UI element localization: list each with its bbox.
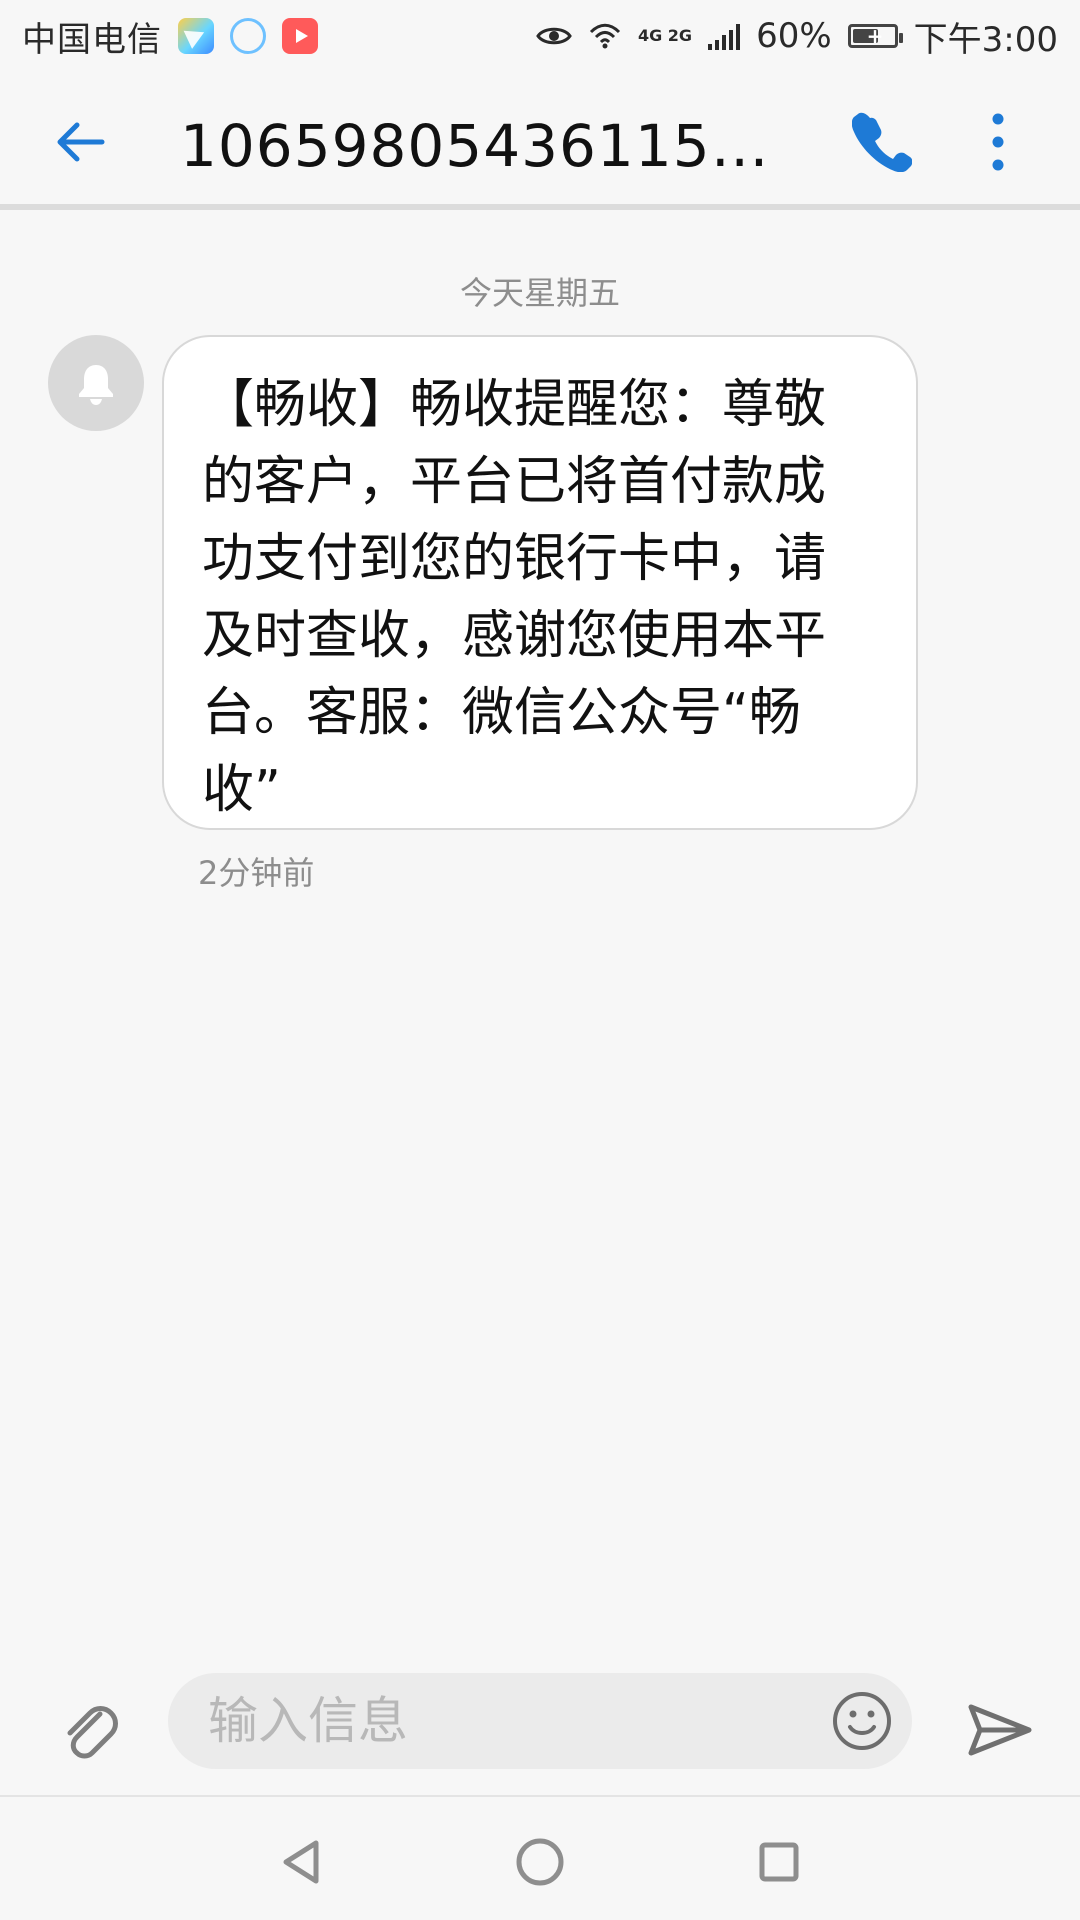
video-app-icon	[282, 18, 318, 54]
call-button[interactable]	[842, 102, 922, 182]
back-button[interactable]	[40, 102, 120, 182]
message-input-container[interactable]	[168, 1672, 912, 1770]
qq-icon	[230, 18, 266, 54]
status-bar: 中国电信 4G 2G 60% + 下午3:00	[0, 0, 1080, 72]
battery-percent: 60%	[756, 16, 832, 56]
paper-plane-icon	[178, 18, 214, 54]
system-back-button[interactable]	[266, 1827, 336, 1897]
battery-icon: +	[847, 24, 903, 48]
circle-home-icon	[516, 1838, 564, 1886]
status-right: 4G 2G 60% + 下午3:00	[536, 12, 1058, 61]
back-arrow-icon	[57, 122, 105, 162]
send-button[interactable]	[960, 1692, 1040, 1768]
network-type: 4G 2G	[637, 26, 693, 45]
more-vertical-icon	[992, 113, 1004, 171]
paperclip-icon	[67, 1706, 118, 1759]
conversation-header: 1065980543611589...	[0, 72, 1080, 210]
attach-button[interactable]	[50, 1692, 126, 1768]
emoji-button[interactable]	[826, 1685, 898, 1757]
system-recents-button[interactable]	[744, 1827, 814, 1897]
square-recents-icon	[759, 1842, 799, 1882]
eye-icon	[536, 27, 572, 45]
sms-conversation-screen: 中国电信 4G 2G 60% + 下午3:00 1065980543611589…	[0, 0, 1080, 1920]
phone-icon	[852, 112, 912, 172]
clock: 下午3:00	[913, 19, 1058, 60]
more-options-button[interactable]	[968, 102, 1028, 182]
send-icon	[968, 1704, 1032, 1756]
system-home-button[interactable]	[505, 1827, 575, 1897]
date-separator: 今天星期五	[459, 274, 620, 312]
incoming-message-bubble[interactable]: 【畅收】畅收提醒您：尊敬的客户，平台已将首付款成功支付到您的银行卡中，请及时查收…	[162, 335, 918, 830]
message-list[interactable]: 今天星期五 【畅收】畅收提醒您：尊敬的客户，平台已将首付款成功支付到您的银行卡中…	[0, 210, 1080, 1670]
battery-charge-icon: +	[866, 24, 884, 48]
smile-icon	[833, 1692, 891, 1750]
bell-icon	[79, 365, 113, 405]
wifi-icon	[589, 23, 621, 49]
conversation-title: 1065980543611589...	[180, 112, 790, 180]
carrier-name: 中国电信	[22, 19, 162, 60]
status-left: 中国电信	[22, 12, 318, 61]
message-input[interactable]	[206, 1672, 810, 1770]
system-navigation-bar	[0, 1795, 1080, 1920]
message-timestamp: 2分钟前	[198, 854, 315, 892]
signal-icon	[708, 22, 741, 50]
sender-avatar	[48, 335, 144, 431]
message-composer	[0, 1670, 1080, 1790]
triangle-back-icon	[283, 1840, 319, 1884]
